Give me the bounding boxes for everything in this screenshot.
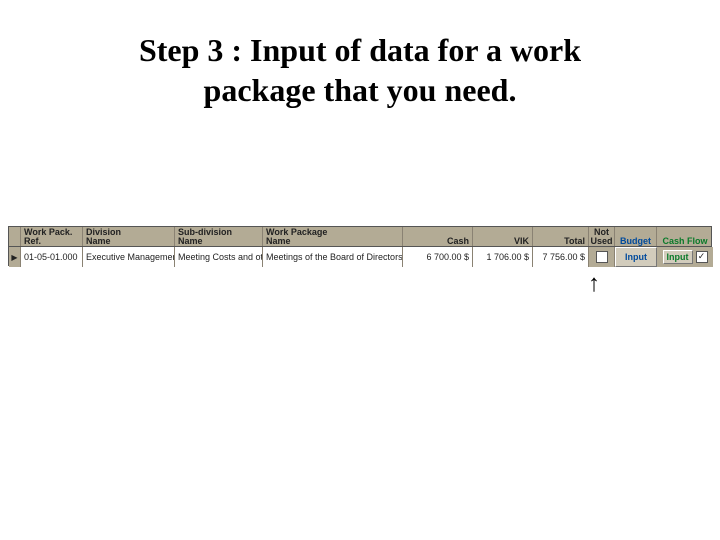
header-budget: Budget <box>615 227 657 246</box>
header-division: DivisionName <box>83 227 175 246</box>
cell-vik[interactable]: 1 706.00 $ <box>473 247 533 267</box>
cashflow-input-button[interactable]: Input <box>663 250 693 264</box>
header-vik: VIK <box>473 227 533 246</box>
row-pointer-icon: ▶ <box>9 247 21 267</box>
arrow-up-icon: ↑ <box>588 270 600 298</box>
cell-not-used[interactable] <box>589 247 615 267</box>
header-cash: Cash <box>403 227 473 246</box>
checkbox-not-used[interactable] <box>596 251 608 263</box>
title-line-2: package that you need. <box>204 72 517 108</box>
budget-input-button[interactable]: Input <box>615 247 657 267</box>
cell-subdivision[interactable]: Meeting Costs and ot <box>175 247 263 267</box>
checkbox-cash-flow[interactable]: ✓ <box>696 251 708 263</box>
slide-title: Step 3 : Input of data for a work packag… <box>60 30 660 110</box>
cell-total[interactable]: 7 756.00 $ <box>533 247 589 267</box>
cell-work-package[interactable]: Meetings of the Board of Directors <box>263 247 403 267</box>
header-row-pointer <box>9 227 21 246</box>
header-cash-flow: Cash Flow <box>657 227 713 246</box>
header-subdivision: Sub-divisionName <box>175 227 263 246</box>
cell-ref[interactable]: 01-05-01.000 <box>21 247 83 267</box>
cell-division[interactable]: Executive Managemen <box>83 247 175 267</box>
header-work-package: Work PackageName <box>263 227 403 246</box>
title-line-1: Step 3 : Input of data for a work <box>139 32 581 68</box>
work-package-grid: Work Pack.Ref. DivisionName Sub-division… <box>8 226 712 266</box>
header-total: Total <box>533 227 589 246</box>
cell-cash[interactable]: 6 700.00 $ <box>403 247 473 267</box>
grid-header-row: Work Pack.Ref. DivisionName Sub-division… <box>9 227 711 247</box>
header-ref: Work Pack.Ref. <box>21 227 83 246</box>
cell-cash-flow: Input ✓ <box>657 247 713 267</box>
table-row[interactable]: ▶ 01-05-01.000 Executive Managemen Meeti… <box>9 247 711 267</box>
header-not-used: NotUsed <box>589 227 615 246</box>
